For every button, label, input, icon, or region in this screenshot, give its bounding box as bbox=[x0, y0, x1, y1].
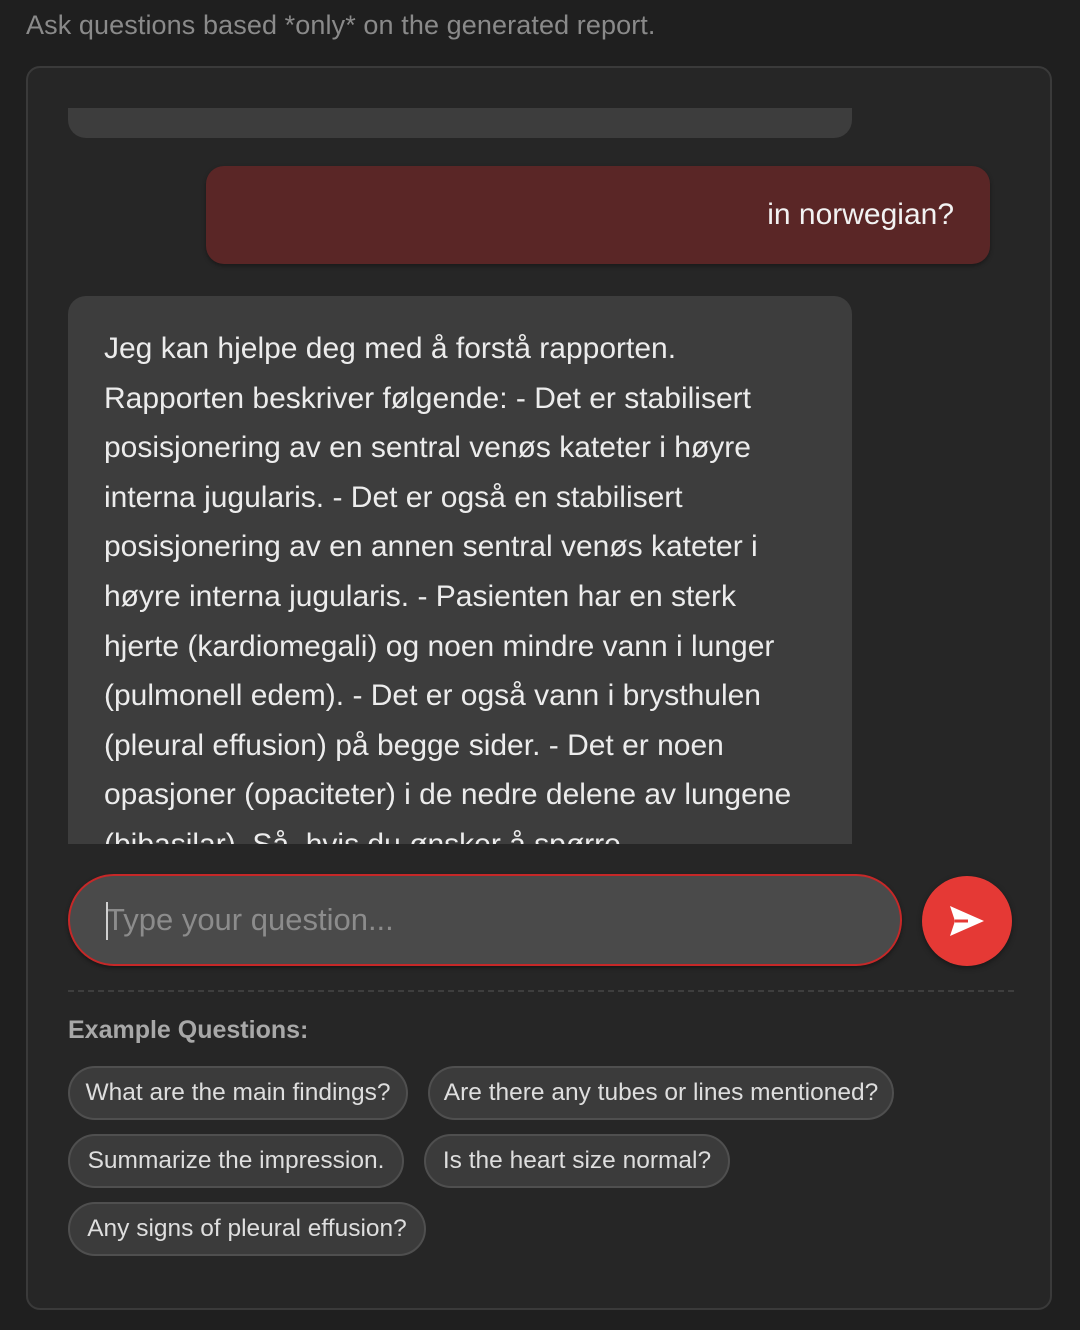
send-button[interactable] bbox=[922, 876, 1012, 966]
question-input[interactable] bbox=[68, 874, 902, 966]
example-question-chip[interactable]: Any signs of pleural effusion? bbox=[68, 1202, 426, 1256]
question-input-row bbox=[68, 874, 1016, 968]
bot-message: Jeg kan hjelpe deg med å forstå rapporte… bbox=[68, 296, 852, 844]
user-message: in norwegian? bbox=[206, 166, 990, 264]
bot-message-text: Jeg kan hjelpe deg med å forstå rapporte… bbox=[104, 332, 792, 844]
example-question-chip[interactable]: Are there any tubes or lines mentioned? bbox=[428, 1066, 894, 1120]
examples-title: Example Questions: bbox=[68, 1016, 309, 1044]
previous-bot-message bbox=[68, 108, 852, 138]
text-caret bbox=[106, 902, 108, 940]
message-list[interactable]: in norwegian? Jeg kan hjelpe deg med å f… bbox=[68, 108, 1016, 844]
report-hint: Ask questions based *only* on the genera… bbox=[26, 10, 656, 40]
send-icon bbox=[950, 906, 984, 936]
example-question-chip[interactable]: What are the main findings? bbox=[68, 1066, 408, 1120]
example-question-chip[interactable]: Is the heart size normal? bbox=[424, 1134, 730, 1188]
divider bbox=[68, 990, 1014, 992]
example-question-chip[interactable]: Summarize the impression. bbox=[68, 1134, 404, 1188]
chat-panel: in norwegian? Jeg kan hjelpe deg med å f… bbox=[26, 66, 1052, 1310]
user-message-text: in norwegian? bbox=[767, 198, 954, 231]
